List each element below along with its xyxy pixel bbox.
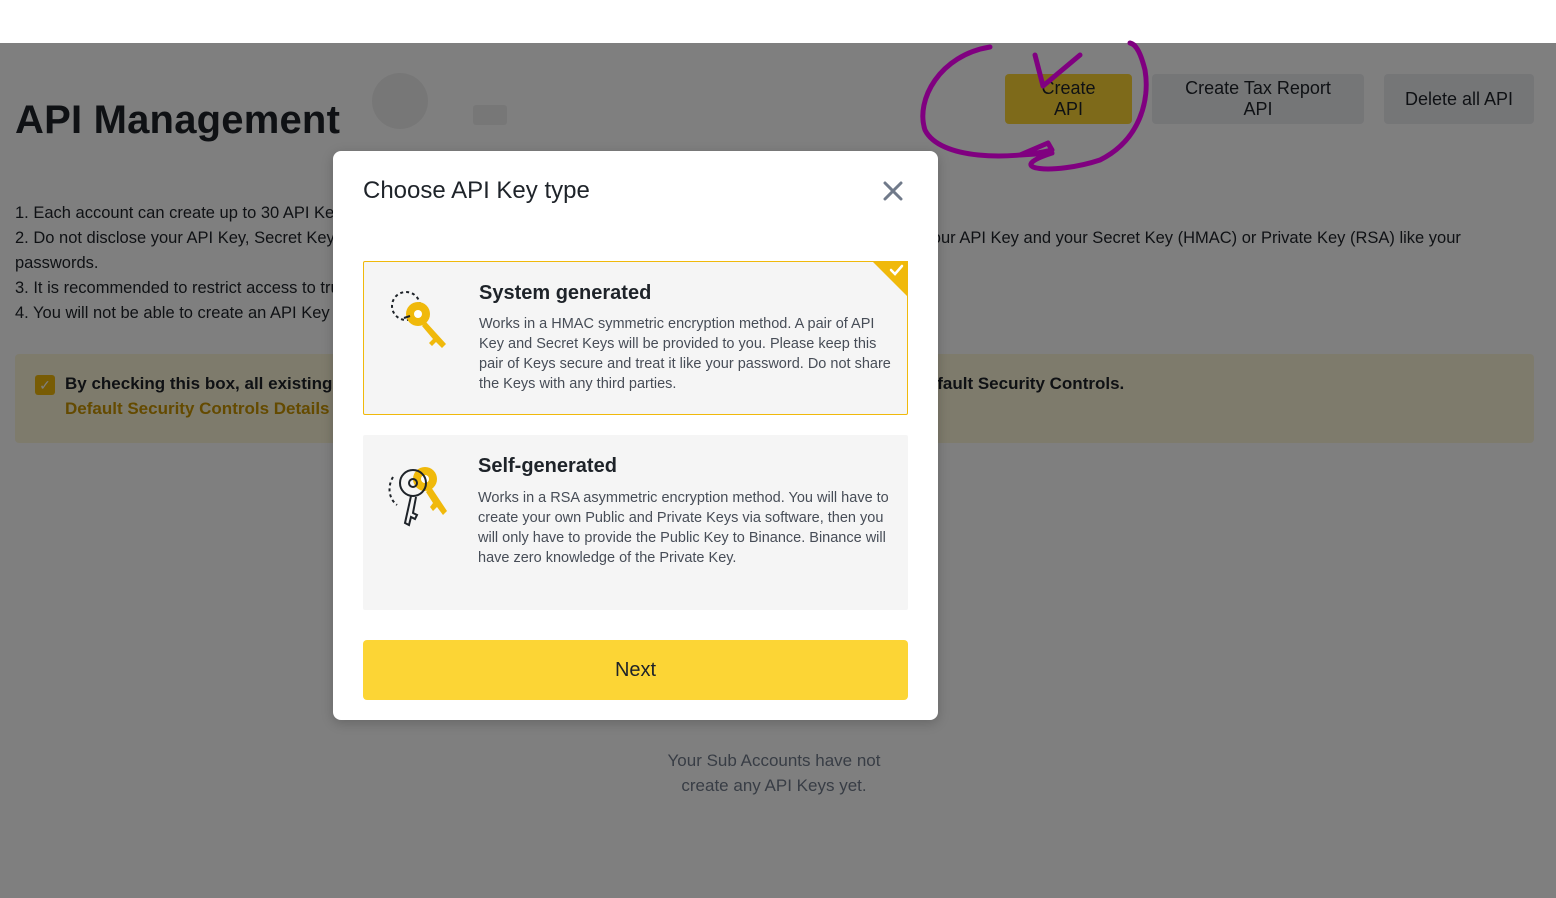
top-bar (0, 0, 1556, 43)
option-description: Works in a HMAC symmetric encryption met… (479, 316, 891, 392)
option-description: Works in a RSA asymmetric encryption met… (478, 490, 889, 566)
choose-api-key-type-modal: Choose API Key type System generated Wor… (333, 151, 938, 720)
next-button[interactable]: Next (363, 640, 908, 700)
option-title: Self-generated (478, 455, 617, 477)
keys-pair-icon (388, 467, 447, 527)
selected-check-corner-icon (872, 261, 908, 297)
key-icon (391, 291, 446, 348)
option-title: System generated (479, 282, 652, 304)
option-system-generated[interactable]: System generated Works in a HMAC symmetr… (363, 261, 908, 415)
close-icon[interactable] (879, 177, 907, 205)
option-self-generated[interactable]: Self-generated Works in a RSA asymmetric… (363, 435, 908, 610)
modal-title: Choose API Key type (363, 177, 590, 204)
